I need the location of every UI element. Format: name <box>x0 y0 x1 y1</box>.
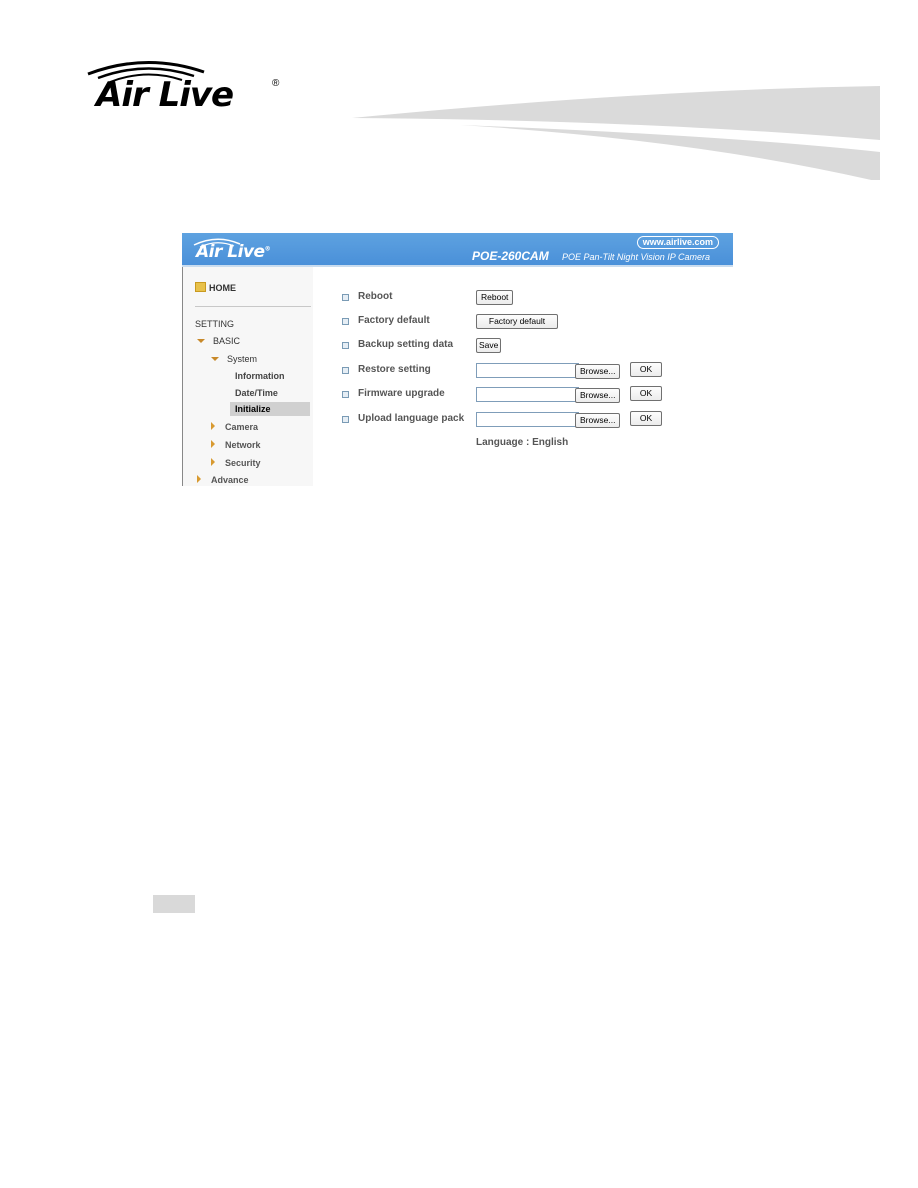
sidebar-divider <box>195 306 311 307</box>
restore-file-input[interactable] <box>476 363 579 378</box>
reboot-row: Reboot Reboot <box>342 290 722 307</box>
sidebar-item-initialize[interactable]: Initialize <box>230 402 310 416</box>
restore-label: Restore setting <box>358 364 431 375</box>
website-link[interactable]: www.airlive.com <box>636 236 719 249</box>
firmware-browse-button[interactable]: Browse... <box>575 388 621 403</box>
initialize-panel: Reboot Reboot Factory default Factory de… <box>312 267 733 486</box>
collapsed-triangle-icon <box>211 440 215 448</box>
bullet-icon <box>342 416 349 423</box>
bullet-icon <box>342 318 349 325</box>
bullet-icon <box>342 391 349 398</box>
sidebar-nav: HOME SETTING BASIC System Information Da… <box>182 267 313 486</box>
reboot-button[interactable]: Reboot <box>476 290 514 305</box>
registered-mark: ® <box>272 78 280 89</box>
sidebar-section-setting: SETTING <box>195 319 235 329</box>
sidebar-item-advance[interactable]: Advance <box>197 475 249 485</box>
restore-row: Restore setting Browse... OK <box>342 362 733 380</box>
expanded-triangle-icon <box>197 339 205 343</box>
gray-note-box <box>153 895 195 913</box>
restore-browse-button[interactable]: Browse... <box>575 364 621 379</box>
sidebar-item-camera[interactable]: Camera <box>211 422 258 432</box>
camera-settings-screenshot: Air Live® www.airlive.com POE-260CAM POE… <box>182 233 733 486</box>
home-icon <box>195 282 206 292</box>
sidebar-item-basic[interactable]: BASIC <box>197 336 240 346</box>
firmware-row: Firmware upgrade Browse... OK <box>342 386 733 404</box>
expanded-triangle-icon <box>211 357 219 361</box>
backup-row: Backup setting data Save <box>342 338 722 355</box>
model-name: POE-260CAM <box>472 249 549 263</box>
firmware-file-input[interactable] <box>476 387 579 402</box>
firmware-label: Firmware upgrade <box>358 388 445 399</box>
bullet-icon <box>342 294 349 301</box>
language-pack-row: Upload language pack Browse... OK <box>342 411 733 429</box>
restore-ok-button[interactable]: OK <box>630 362 662 377</box>
sidebar-item-system[interactable]: System <box>211 354 257 364</box>
factory-default-label: Factory default <box>358 315 430 326</box>
language-pack-ok-button[interactable]: OK <box>630 411 662 426</box>
sidebar-item-home[interactable]: HOME <box>195 282 236 293</box>
sidebar-item-network[interactable]: Network <box>211 440 261 450</box>
bullet-icon <box>342 367 349 374</box>
backup-label: Backup setting data <box>358 339 454 350</box>
airlive-page-logo: Air Live ® <box>86 56 286 116</box>
save-button[interactable]: Save <box>476 338 502 353</box>
factory-default-button[interactable]: Factory default <box>476 314 558 329</box>
reboot-label: Reboot <box>358 291 393 302</box>
factory-default-row: Factory default Factory default <box>342 314 722 331</box>
collapsed-triangle-icon <box>211 458 215 466</box>
bullet-icon <box>342 342 349 349</box>
collapsed-triangle-icon <box>197 475 201 483</box>
decorative-swoosh <box>352 86 880 180</box>
logo-text: Air Live <box>96 75 234 115</box>
sidebar-item-information[interactable]: Information <box>235 371 285 381</box>
collapsed-triangle-icon <box>211 422 215 430</box>
language-pack-label: Upload language pack <box>358 413 465 424</box>
current-language: Language : English <box>476 437 569 448</box>
language-pack-browse-button[interactable]: Browse... <box>575 413 621 428</box>
language-pack-file-input[interactable] <box>476 412 579 427</box>
firmware-ok-button[interactable]: OK <box>630 386 662 401</box>
sidebar-item-security[interactable]: Security <box>211 458 261 468</box>
sidebar-item-date-time[interactable]: Date/Time <box>235 388 278 398</box>
camera-banner: Air Live® www.airlive.com POE-260CAM POE… <box>182 233 733 267</box>
model-description: POE Pan-Tilt Night Vision IP Camera <box>562 252 710 262</box>
banner-logo: Air Live® <box>196 242 271 262</box>
